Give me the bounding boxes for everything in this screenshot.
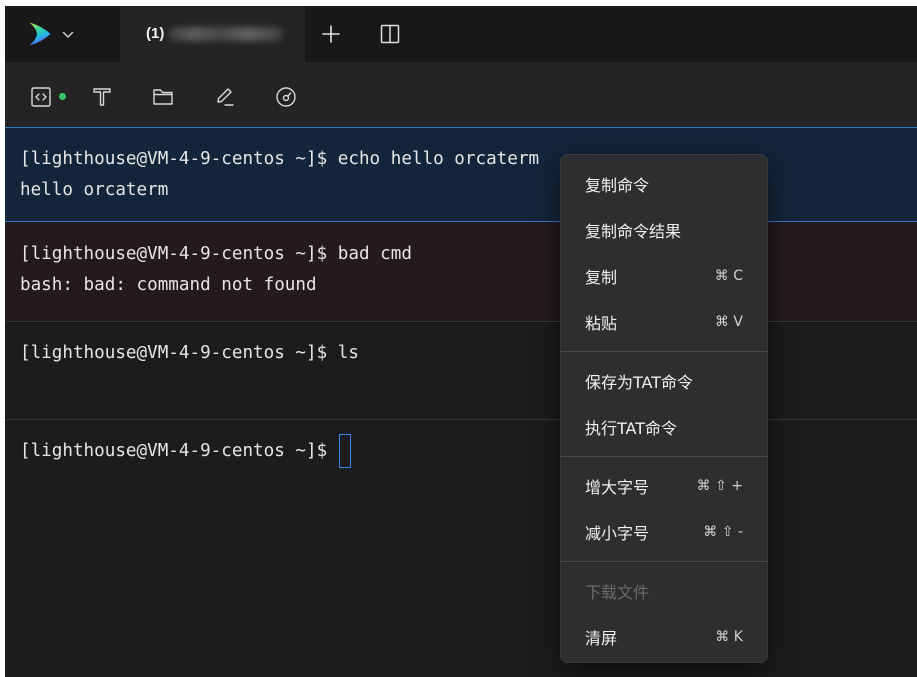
active-input-block[interactable]: [lighthouse@VM-4-9-centos ~]$ [5, 420, 917, 677]
menu-item-shortcut: ⌘ K [715, 629, 743, 645]
menu-item-run-tat-command[interactable]: 执行TAT命令 [561, 404, 767, 450]
code-view-button[interactable] [31, 87, 51, 107]
folder-icon [152, 87, 174, 107]
menu-item-label: 减小字号 [585, 524, 650, 543]
menu-item-label: 执行TAT命令 [585, 419, 678, 438]
app-menu-button[interactable] [23, 14, 79, 54]
chevron-down-icon [62, 31, 74, 39]
menu-item-download-file: 下载文件 [561, 568, 767, 614]
menu-item-paste[interactable]: 粘贴 ⌘ V [561, 299, 767, 345]
menu-item-label: 复制 [585, 268, 618, 287]
tab-session[interactable]: (1) [120, 6, 305, 62]
output-line: bash: bad: command not found [20, 270, 917, 301]
menu-item-decrease-font-size[interactable]: 减小字号 ⌘ ⇧ - [561, 509, 767, 555]
output-text: bash: bad: command not found [20, 275, 317, 295]
menu-item-label: 下载文件 [585, 583, 650, 602]
orcaterm-logo-icon [28, 21, 52, 47]
command-block-selected[interactable]: [lighthouse@VM-4-9-centos ~]$ echo hello… [5, 127, 917, 222]
gauge-icon [275, 86, 297, 108]
menu-item-shortcut: ⌘ V [714, 314, 743, 330]
output-line: hello orcaterm [20, 175, 917, 206]
menu-item-clear-screen[interactable]: 清屏 ⌘ K [561, 614, 767, 660]
plus-icon [322, 25, 340, 43]
menu-item-copy-command[interactable]: 复制命令 [561, 161, 767, 207]
prompt-text: [lighthouse@VM-4-9-centos ~]$ [20, 343, 328, 363]
menu-item-label: 粘贴 [585, 314, 618, 333]
menu-item-save-as-tat-command[interactable]: 保存为TAT命令 [561, 358, 767, 404]
command-text: echo hello orcaterm [337, 149, 540, 169]
status-dot [59, 93, 66, 100]
edit-button[interactable] [214, 86, 236, 108]
file-manager-button[interactable] [152, 87, 174, 107]
text-mode-button[interactable] [92, 87, 112, 107]
new-tab-button[interactable] [322, 25, 340, 43]
tab-title-redacted [168, 27, 283, 41]
menu-item-copy[interactable]: 复制 ⌘ C [561, 253, 767, 299]
split-view-button[interactable] [380, 24, 400, 44]
toolbar [5, 62, 917, 127]
terminal-area[interactable]: [lighthouse@VM-4-9-centos ~]$ echo hello… [5, 127, 917, 677]
menu-item-shortcut: ⌘ C [714, 268, 743, 284]
menu-item-label: 清屏 [585, 629, 618, 648]
menu-item-increase-font-size[interactable]: 增大字号 ⌘ ⇧ + [561, 463, 767, 509]
input-line[interactable]: [lighthouse@VM-4-9-centos ~]$ [20, 436, 917, 467]
menu-separator [561, 555, 767, 568]
menu-item-shortcut: ⌘ ⇧ + [696, 478, 743, 494]
menu-item-shortcut: ⌘ ⇧ - [703, 524, 743, 540]
prompt-text: [lighthouse@VM-4-9-centos ~]$ [20, 149, 328, 169]
terminal-cursor [339, 434, 351, 468]
pencil-icon [214, 86, 236, 108]
command-line: [lighthouse@VM-4-9-centos ~]$ ls [20, 338, 917, 369]
menu-separator [561, 450, 767, 463]
monitor-button[interactable] [275, 86, 297, 108]
context-menu: 复制命令 复制命令结果 复制 ⌘ C 粘贴 ⌘ V 保存为TAT命令 执行TAT… [561, 155, 767, 662]
command-line: [lighthouse@VM-4-9-centos ~]$ bad cmd [20, 239, 917, 270]
orcaterm-window: (1) [lighthouse@VM-4-9-centos ~]$ echo h… [5, 6, 917, 677]
menu-item-copy-command-result[interactable]: 复制命令结果 [561, 207, 767, 253]
menu-item-label: 保存为TAT命令 [585, 373, 694, 392]
tab-label: (1) [146, 25, 165, 42]
command-text: bad cmd [337, 244, 412, 264]
command-block[interactable]: [lighthouse@VM-4-9-centos ~]$ ls [5, 322, 917, 420]
menu-item-label: 复制命令 [585, 176, 650, 195]
split-view-icon [380, 24, 400, 44]
menu-separator [561, 345, 767, 358]
tab-bar: (1) [5, 6, 917, 62]
text-icon [92, 87, 112, 107]
menu-item-label: 复制命令结果 [585, 222, 682, 241]
command-line: [lighthouse@VM-4-9-centos ~]$ echo hello… [20, 144, 917, 175]
menu-item-label: 增大字号 [585, 478, 650, 497]
command-text: ls [337, 343, 359, 363]
output-text: hello orcaterm [20, 180, 169, 200]
prompt-text: [lighthouse@VM-4-9-centos ~]$ [20, 441, 328, 461]
code-icon [31, 87, 51, 107]
prompt-text: [lighthouse@VM-4-9-centos ~]$ [20, 244, 328, 264]
command-block-error[interactable]: [lighthouse@VM-4-9-centos ~]$ bad cmd ba… [5, 222, 917, 322]
